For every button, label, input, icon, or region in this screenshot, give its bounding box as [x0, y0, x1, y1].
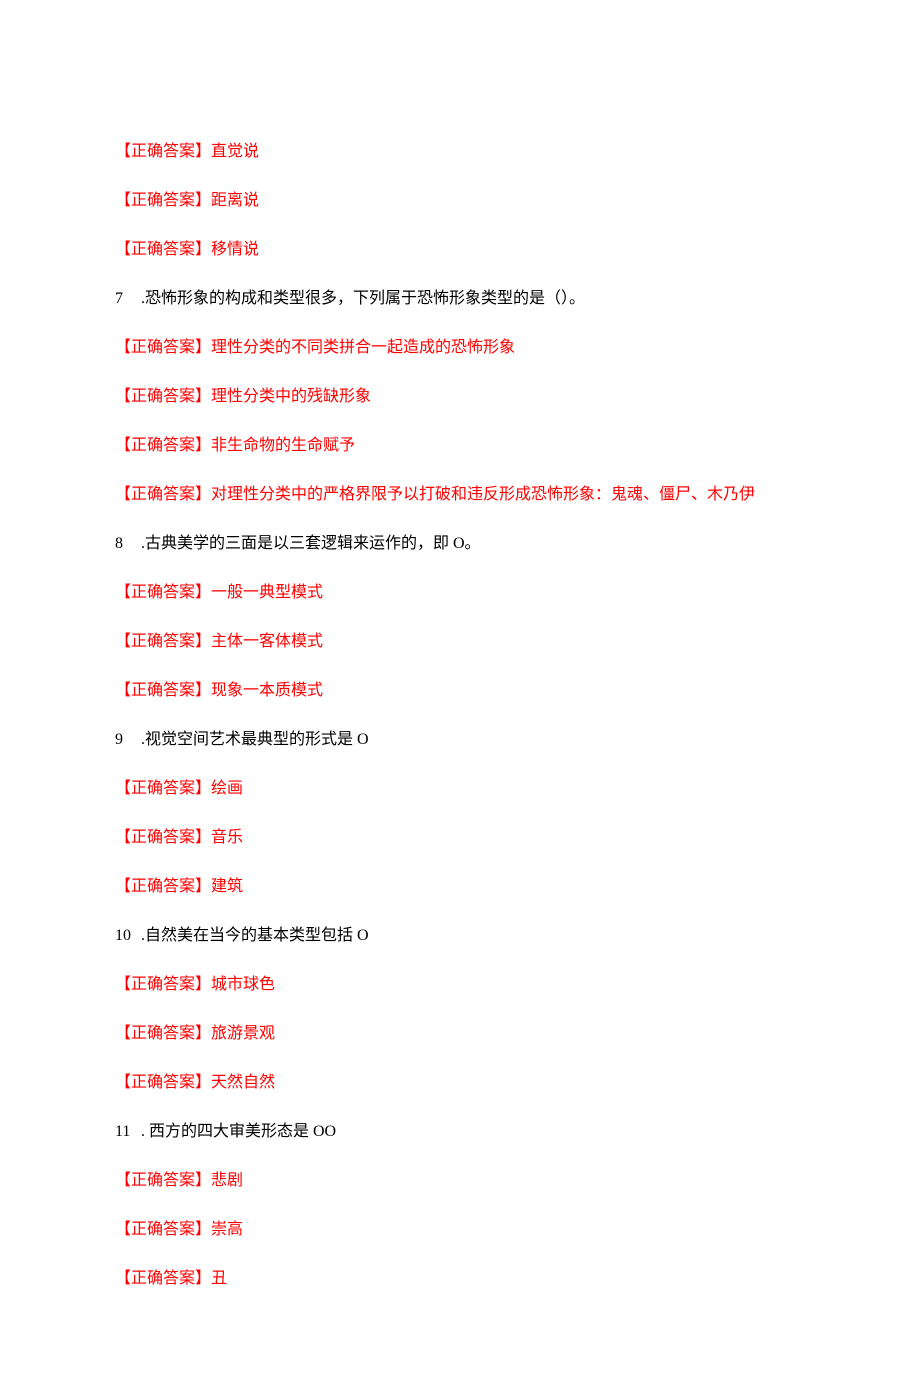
document-content: 【正确答案】直觉说【正确答案】距离说【正确答案】移情说7 .恐怖形象的构成和类型…	[115, 140, 805, 1291]
answer-text: 对理性分类中的严格界限予以打破和违反形成恐怖形象：鬼魂、僵尸、木乃伊	[211, 486, 755, 503]
answer-line: 【正确答案】现象一本质模式	[115, 679, 805, 703]
answer-label: 【正确答案】	[115, 1025, 211, 1042]
answer-line: 【正确答案】主体一客体模式	[115, 630, 805, 654]
answer-line: 【正确答案】移情说	[115, 238, 805, 262]
answer-label: 【正确答案】	[115, 437, 211, 454]
answer-label: 【正确答案】	[115, 1270, 211, 1287]
answer-text: 城市球色	[211, 976, 275, 993]
answer-line: 【正确答案】理性分类中的残缺形象	[115, 385, 805, 409]
answer-line: 【正确答案】丑	[115, 1267, 805, 1291]
answer-text: 一般一典型模式	[211, 584, 323, 601]
answer-text: 天然自然	[211, 1074, 275, 1091]
answer-text: 移情说	[211, 241, 259, 258]
answer-line: 【正确答案】悲剧	[115, 1169, 805, 1193]
answer-text: 旅游景观	[211, 1025, 275, 1042]
answer-text: 距离说	[211, 192, 259, 209]
answer-label: 【正确答案】	[115, 1172, 211, 1189]
question-text: .恐怖形象的构成和类型很多，下列属于恐怖形象类型的是（）。	[141, 290, 585, 307]
answer-label: 【正确答案】	[115, 780, 211, 797]
answer-text: 现象一本质模式	[211, 682, 323, 699]
answer-line: 【正确答案】绘画	[115, 777, 805, 801]
answer-line: 【正确答案】非生命物的生命赋予	[115, 434, 805, 458]
answer-line: 【正确答案】建筑	[115, 875, 805, 899]
answer-label: 【正确答案】	[115, 192, 211, 209]
question-text: . 西方的四大审美形态是 OO	[141, 1123, 336, 1140]
answer-line: 【正确答案】城市球色	[115, 973, 805, 997]
answer-text: 主体一客体模式	[211, 633, 323, 650]
answer-line: 【正确答案】一般一典型模式	[115, 581, 805, 605]
answer-label: 【正确答案】	[115, 976, 211, 993]
question-line: 7 .恐怖形象的构成和类型很多，下列属于恐怖形象类型的是（）。	[115, 287, 805, 311]
question-text: .视觉空间艺术最典型的形式是 O	[141, 731, 369, 748]
answer-text: 建筑	[211, 878, 243, 895]
answer-text: 悲剧	[211, 1172, 243, 1189]
answer-label: 【正确答案】	[115, 388, 211, 405]
answer-label: 【正确答案】	[115, 1074, 211, 1091]
question-number: 9	[115, 728, 137, 752]
question-number: 11	[115, 1120, 137, 1144]
answer-label: 【正确答案】	[115, 878, 211, 895]
answer-label: 【正确答案】	[115, 241, 211, 258]
question-line: 11 . 西方的四大审美形态是 OO	[115, 1120, 805, 1144]
answer-line: 【正确答案】天然自然	[115, 1071, 805, 1095]
answer-label: 【正确答案】	[115, 339, 211, 356]
answer-label: 【正确答案】	[115, 682, 211, 699]
question-line: 8 .古典美学的三面是以三套逻辑来运作的，即 O。	[115, 532, 805, 556]
answer-text: 丑	[211, 1270, 227, 1287]
answer-line: 【正确答案】直觉说	[115, 140, 805, 164]
question-number: 8	[115, 532, 137, 556]
question-line: 9 .视觉空间艺术最典型的形式是 O	[115, 728, 805, 752]
answer-text: 直觉说	[211, 143, 259, 160]
answer-label: 【正确答案】	[115, 633, 211, 650]
question-text: .古典美学的三面是以三套逻辑来运作的，即 O。	[141, 535, 481, 552]
question-number: 7	[115, 287, 137, 311]
answer-text: 理性分类的不同类拼合一起造成的恐怖形象	[211, 339, 515, 356]
answer-label: 【正确答案】	[115, 584, 211, 601]
answer-label: 【正确答案】	[115, 486, 211, 503]
answer-text: 理性分类中的残缺形象	[211, 388, 371, 405]
answer-text: 崇高	[211, 1221, 243, 1238]
answer-line: 【正确答案】音乐	[115, 826, 805, 850]
question-line: 10 .自然美在当今的基本类型包括 O	[115, 924, 805, 948]
question-number: 10	[115, 924, 137, 948]
answer-label: 【正确答案】	[115, 829, 211, 846]
answer-label: 【正确答案】	[115, 1221, 211, 1238]
answer-text: 音乐	[211, 829, 243, 846]
answer-text: 非生命物的生命赋予	[211, 437, 355, 454]
answer-line: 【正确答案】理性分类的不同类拼合一起造成的恐怖形象	[115, 336, 805, 360]
answer-label: 【正确答案】	[115, 143, 211, 160]
answer-line: 【正确答案】距离说	[115, 189, 805, 213]
question-text: .自然美在当今的基本类型包括 O	[141, 927, 369, 944]
answer-line: 【正确答案】崇高	[115, 1218, 805, 1242]
answer-line: 【正确答案】对理性分类中的严格界限予以打破和违反形成恐怖形象：鬼魂、僵尸、木乃伊	[115, 483, 805, 507]
answer-line: 【正确答案】旅游景观	[115, 1022, 805, 1046]
answer-text: 绘画	[211, 780, 243, 797]
